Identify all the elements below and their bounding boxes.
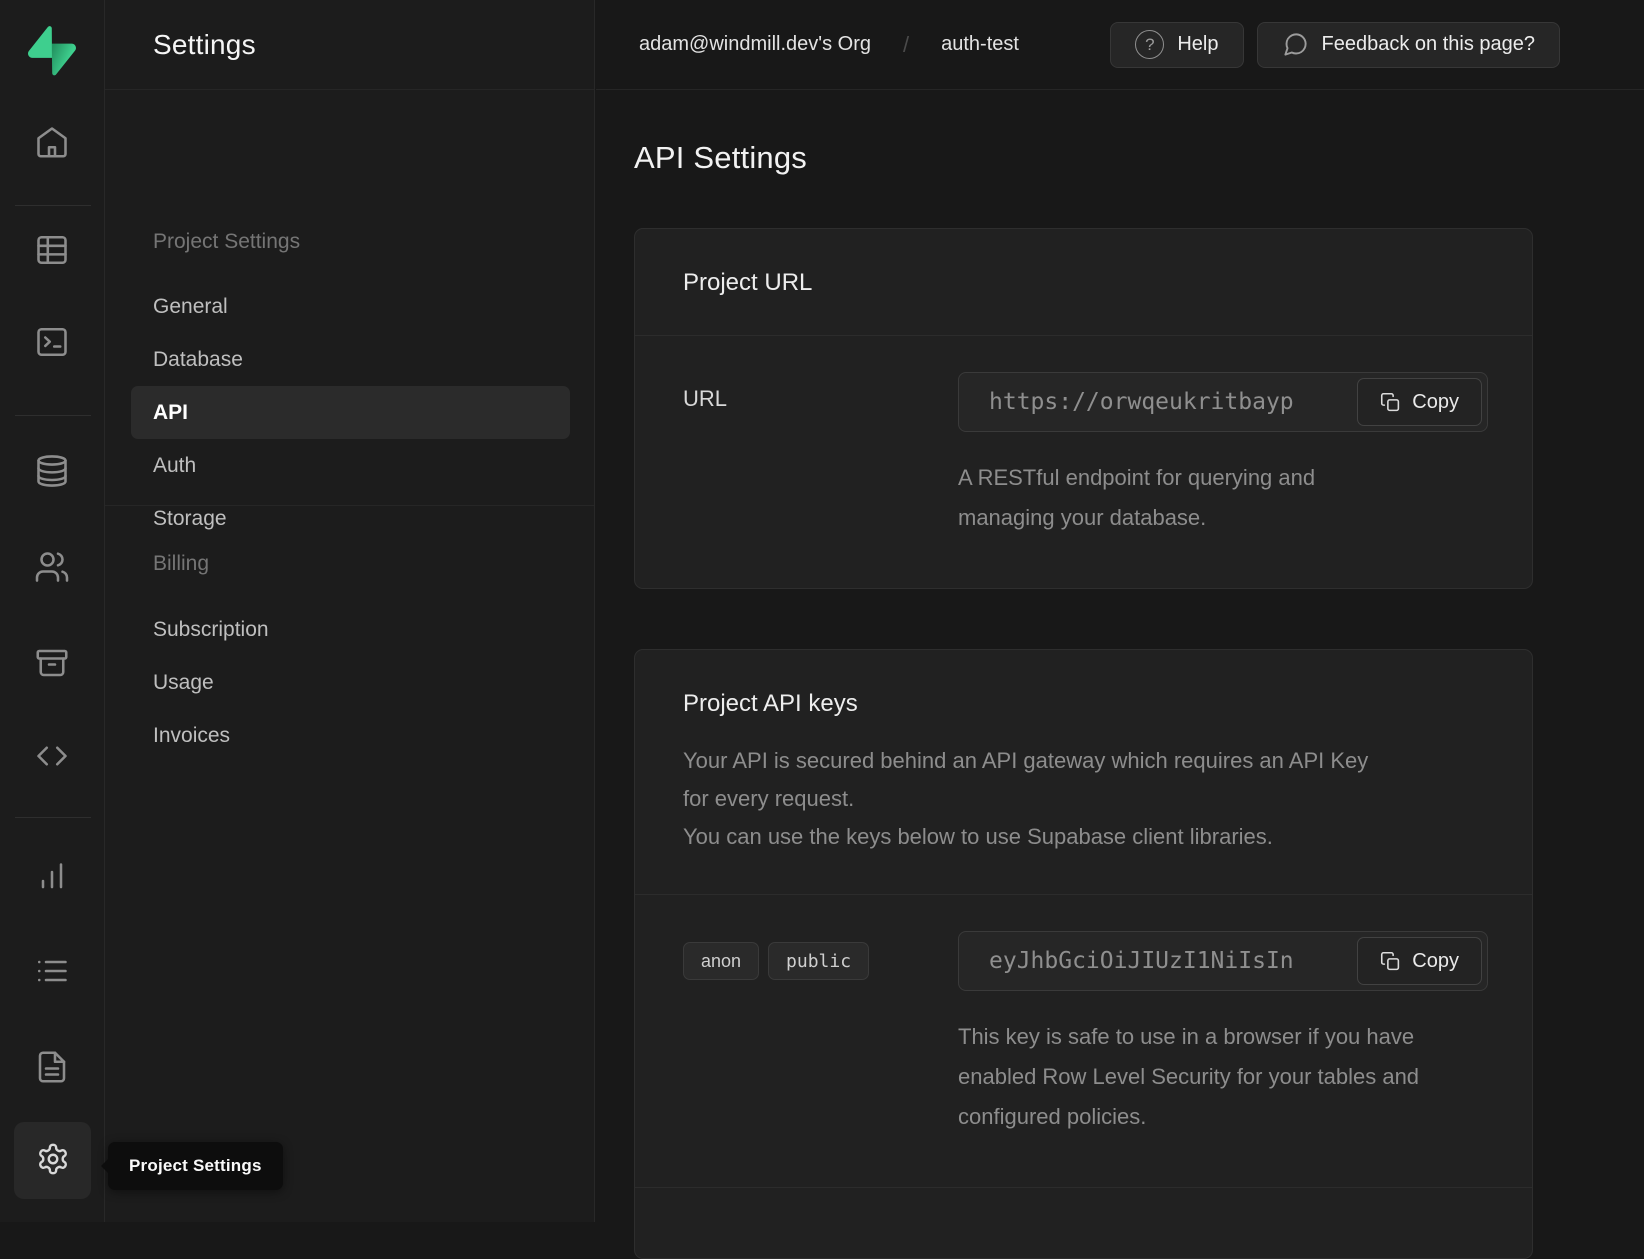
breadcrumb-project[interactable]: auth-test: [941, 33, 1019, 56]
url-field-label: URL: [683, 372, 958, 538]
page-title: API Settings: [634, 140, 1644, 176]
file-text-icon: [34, 1049, 70, 1088]
logs-nav-button[interactable]: [24, 949, 80, 995]
anon-badge: anon: [683, 942, 759, 980]
sidebar-item-auth[interactable]: Auth: [105, 439, 594, 492]
speech-bubble-icon: [1282, 31, 1309, 58]
settings-sidebar-nav: Project Settings General Database API Au…: [105, 90, 594, 1222]
settings-sidebar: Settings Project Settings General Databa…: [105, 0, 595, 1222]
rail-divider: [15, 205, 91, 206]
auth-nav-button[interactable]: [24, 545, 80, 591]
copy-icon: [1380, 951, 1401, 972]
anon-key-input-wrap: eyJhbGciOiJIUzI1NiIsIn Copy: [958, 931, 1488, 991]
anon-key-description: This key is safe to use in a browser if …: [958, 1017, 1423, 1137]
rail-divider: [15, 415, 91, 416]
breadcrumb: adam@windmill.dev's Org / auth-test: [639, 32, 1019, 58]
main-area: adam@windmill.dev's Org / auth-test ? He…: [596, 0, 1644, 1222]
url-input-wrap: https://orwqeukritbayp Copy: [958, 372, 1488, 432]
copy-button-label: Copy: [1412, 950, 1459, 973]
api-nav-button[interactable]: [24, 734, 80, 780]
api-keys-description-line2: You can use the keys below to use Supaba…: [683, 818, 1383, 856]
key-badges: anon public: [683, 931, 958, 1137]
public-badge: public: [768, 942, 869, 980]
sidebar-item-storage[interactable]: Storage: [105, 492, 594, 545]
breadcrumb-separator: /: [903, 32, 909, 58]
settings-gear-icon: [36, 1142, 70, 1179]
project-url-card-header: Project URL: [635, 229, 1532, 335]
card-clipped-row: [635, 1188, 1532, 1258]
topbar-actions: ? Help Feedback on this page?: [1110, 22, 1560, 68]
project-settings-tooltip: Project Settings: [108, 1142, 283, 1190]
sql-editor-nav-button[interactable]: [24, 320, 80, 366]
reports-nav-button[interactable]: [24, 853, 80, 899]
api-code-icon: [34, 738, 70, 777]
table-editor-nav-button[interactable]: [24, 228, 80, 274]
home-nav-button[interactable]: [24, 120, 80, 166]
docs-nav-button[interactable]: [24, 1045, 80, 1091]
settings-sidebar-header: Settings: [105, 0, 594, 90]
sidebar-item-subscription[interactable]: Subscription: [105, 603, 594, 656]
copy-button-label: Copy: [1412, 391, 1459, 414]
supabase-logo[interactable]: [28, 26, 76, 76]
feedback-button-label: Feedback on this page?: [1322, 33, 1536, 56]
sidebar-item-usage[interactable]: Usage: [105, 656, 594, 709]
api-keys-card: Project API keys Your API is secured beh…: [634, 649, 1533, 1259]
help-button[interactable]: ? Help: [1110, 22, 1243, 68]
copy-url-button[interactable]: Copy: [1357, 378, 1482, 426]
help-question-icon: ?: [1135, 30, 1164, 59]
api-keys-card-body: anon public eyJhbGciOiJIUzI1NiIsIn: [635, 895, 1532, 1187]
sidebar-item-database[interactable]: Database: [105, 333, 594, 386]
api-keys-card-title: Project API keys: [683, 690, 1484, 718]
help-button-label: Help: [1177, 33, 1218, 56]
page-content: API Settings Project URL URL https://orw…: [596, 90, 1644, 1259]
project-url-card-title: Project URL: [683, 269, 1484, 297]
tooltip-label: Project Settings: [129, 1156, 262, 1176]
section-label-billing: Billing: [153, 552, 209, 576]
rail-divider: [15, 817, 91, 818]
url-field-content: https://orwqeukritbayp Copy A RESTful: [958, 372, 1488, 538]
table-editor-icon: [34, 232, 70, 271]
storage-nav-button[interactable]: [24, 641, 80, 687]
feedback-button[interactable]: Feedback on this page?: [1257, 22, 1561, 68]
home-icon: [34, 124, 70, 163]
copy-anon-key-button[interactable]: Copy: [1357, 937, 1482, 985]
icon-rail: [0, 0, 105, 1222]
auth-users-icon: [34, 549, 70, 588]
database-icon: [34, 453, 70, 492]
project-url-card-body: URL https://orwqeukritbayp Copy: [635, 336, 1532, 588]
breadcrumb-org[interactable]: adam@windmill.dev's Org: [639, 33, 871, 56]
project-url-card: Project URL URL https://orwqeukritbayp: [634, 228, 1533, 589]
url-description: A RESTful endpoint for querying and mana…: [958, 458, 1358, 538]
storage-icon: [34, 645, 70, 684]
sidebar-section-divider: [105, 505, 594, 506]
logs-list-icon: [34, 953, 70, 992]
sidebar-title: Settings: [153, 29, 256, 61]
api-keys-description: Your API is secured behind an API gatewa…: [683, 742, 1383, 856]
topbar: adam@windmill.dev's Org / auth-test ? He…: [596, 0, 1644, 90]
copy-icon: [1380, 392, 1401, 413]
reports-icon: [34, 857, 70, 896]
sidebar-item-invoices[interactable]: Invoices: [105, 709, 594, 762]
api-keys-card-header: Project API keys Your API is secured beh…: [635, 650, 1532, 894]
database-nav-button[interactable]: [24, 449, 80, 495]
sql-terminal-icon: [34, 324, 70, 363]
project-settings-gear-button[interactable]: [14, 1122, 91, 1199]
sidebar-item-general[interactable]: General: [105, 280, 594, 333]
api-keys-description-line1: Your API is secured behind an API gatewa…: [683, 742, 1383, 818]
anon-key-content: eyJhbGciOiJIUzI1NiIsIn Copy This key: [958, 931, 1488, 1137]
section-label-project-settings: Project Settings: [153, 230, 300, 254]
sidebar-item-api[interactable]: API: [131, 386, 570, 439]
